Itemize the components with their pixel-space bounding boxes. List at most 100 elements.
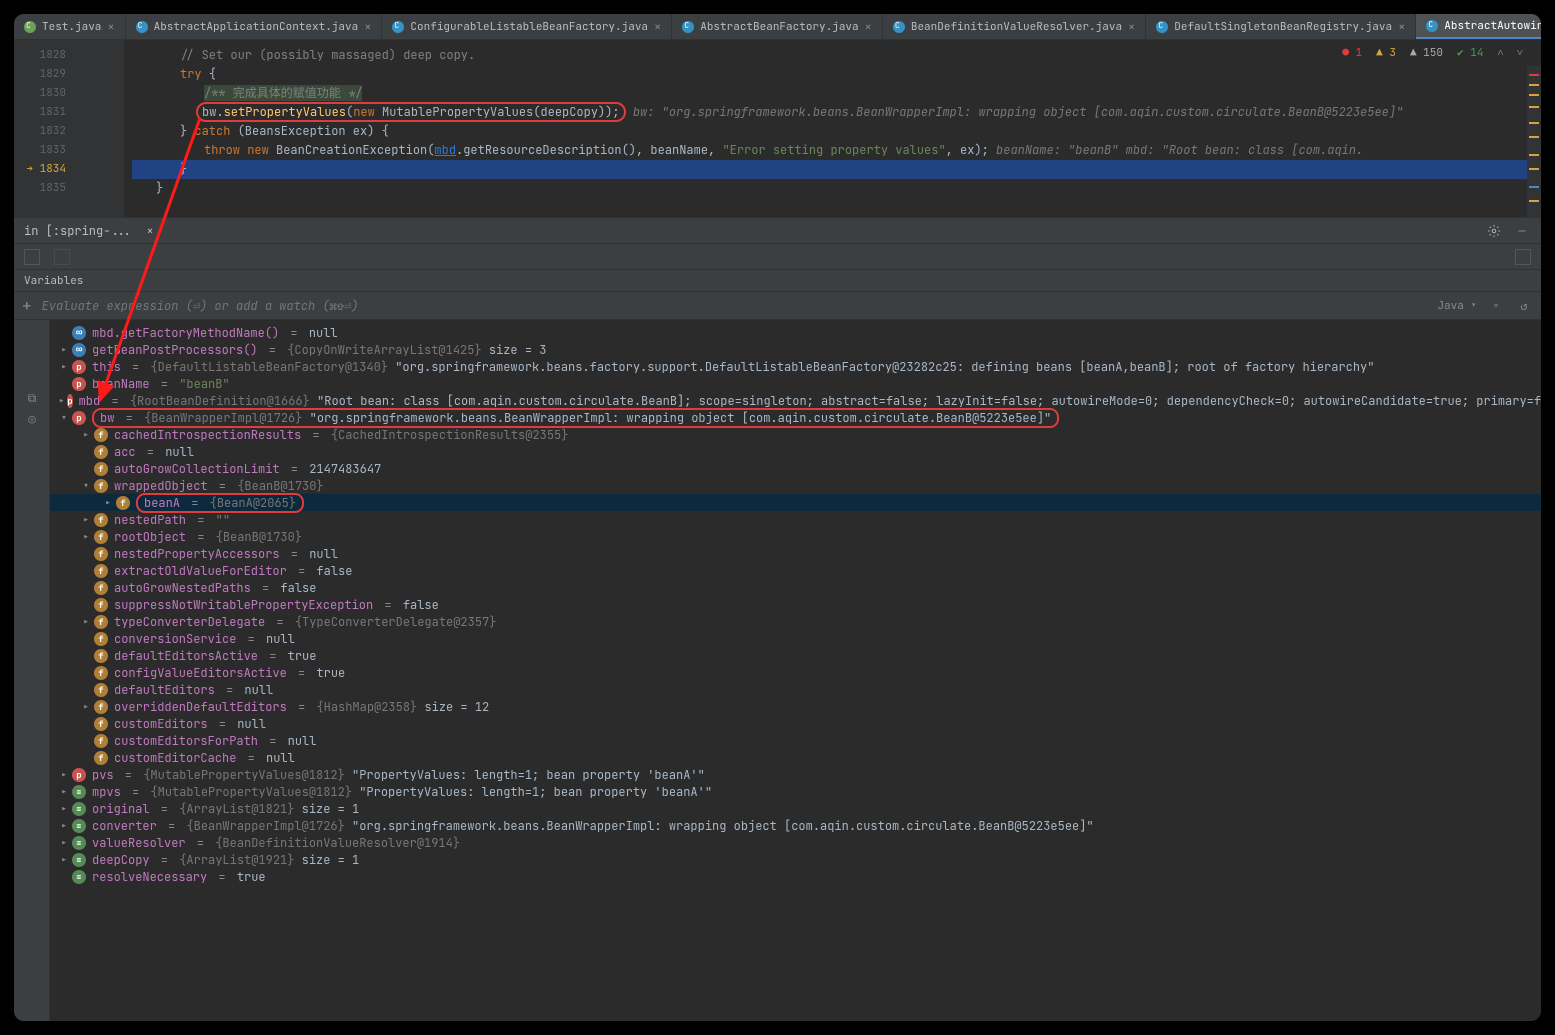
expand-arrow-icon[interactable] [58, 818, 70, 834]
variable-row[interactable]: facc = null [50, 443, 1541, 460]
var-kind-icon: ≡ [72, 819, 86, 833]
error-stripe[interactable] [1527, 66, 1541, 217]
variable-row[interactable]: pmbd = {RootBeanDefinition@1666} "Root b… [50, 392, 1541, 409]
variable-row[interactable]: ≡deepCopy = {ArrayList@1921} size = 1 [50, 851, 1541, 868]
expand-arrow-icon[interactable] [58, 359, 70, 375]
minimize-icon[interactable]: — [1513, 222, 1531, 240]
expand-arrow-icon[interactable] [58, 393, 65, 409]
variable-row[interactable]: fnestedPropertyAccessors = null [50, 545, 1541, 562]
variable-row[interactable]: ≡converter = {BeanWrapperImpl@1726} "org… [50, 817, 1541, 834]
variable-row[interactable]: ≡resolveNecessary = true [50, 868, 1541, 885]
variable-entry: configValueEditorsActive = true [114, 665, 345, 681]
close-icon[interactable]: × [364, 19, 371, 35]
variable-row[interactable]: pbeanName = "beanB" [50, 375, 1541, 392]
close-icon[interactable]: × [654, 19, 661, 35]
variable-row[interactable]: fdefaultEditorsActive = true [50, 647, 1541, 664]
expand-arrow-icon[interactable] [58, 342, 70, 358]
variable-row[interactable]: fcustomEditors = null [50, 715, 1541, 732]
expand-arrow-icon[interactable] [80, 478, 92, 494]
variables-panel-title: Variables [14, 270, 1541, 292]
debugger-gutter: ⧉ ◎ [14, 320, 50, 1021]
close-icon[interactable]: × [107, 19, 114, 35]
file-icon [1426, 20, 1438, 32]
view-icon[interactable]: ◎ [24, 412, 40, 428]
variable-row[interactable]: ≡mpvs = {MutablePropertyValues@1812} "Pr… [50, 783, 1541, 800]
variables-tree[interactable]: mbd.getFactoryMethodName() = nullgetBean… [50, 320, 1541, 1021]
tab-file[interactable]: BeanDefinitionValueResolver.java× [883, 14, 1146, 39]
variable-row[interactable]: frootObject = {BeanB@1730} [50, 528, 1541, 545]
variable-row[interactable]: fbeanA = {BeanA@2065} [50, 494, 1541, 511]
variable-entry: autoGrowCollectionLimit = 2147483647 [114, 461, 381, 477]
variable-entry: nestedPath = "" [114, 512, 230, 528]
expand-arrow-icon[interactable] [102, 495, 114, 511]
debugger-tab-bar: in [:spring-... × — [14, 218, 1541, 244]
file-icon [682, 21, 694, 33]
variable-row[interactable]: ≡original = {ArrayList@1821} size = 1 [50, 800, 1541, 817]
expand-arrow-icon[interactable] [80, 427, 92, 443]
expand-arrow-icon[interactable] [80, 614, 92, 630]
variable-row[interactable]: fautoGrowNestedPaths = false [50, 579, 1541, 596]
close-icon[interactable]: × [1398, 19, 1405, 35]
code-editor[interactable]: ● 1 ▲ 3 ▲ 150 ✔ 14 ˄ ˅ 182818291830 1831… [14, 40, 1541, 218]
expand-arrow-icon[interactable] [80, 512, 92, 528]
history-icon[interactable]: ↺ [1515, 297, 1533, 315]
evaluate-expression-input[interactable] [42, 298, 1428, 314]
variable-row[interactable]: fwrappedObject = {BeanB@1730} [50, 477, 1541, 494]
layout-icon[interactable] [24, 249, 40, 265]
expand-arrow-icon[interactable] [58, 835, 70, 851]
tab-file[interactable]: ConfigurableListableBeanFactory.java× [382, 14, 672, 39]
variable-entry: suppressNotWritablePropertyException = f… [114, 597, 439, 613]
variable-row[interactable]: mbd.getFactoryMethodName() = null [50, 324, 1541, 341]
variable-row[interactable]: fcachedIntrospectionResults = {CachedInt… [50, 426, 1541, 443]
tab-file[interactable]: Test.java× [14, 14, 126, 39]
language-dropdown[interactable]: Java ▾ [1437, 299, 1477, 313]
add-watch-icon[interactable]: + [22, 295, 32, 316]
var-kind-icon: f [94, 632, 108, 646]
expand-arrow-icon[interactable] [58, 784, 70, 800]
layout-icon[interactable] [1515, 249, 1531, 265]
variable-row[interactable]: fconversionService = null [50, 630, 1541, 647]
debug-session-tab[interactable]: in [:spring-... × [24, 223, 154, 239]
gear-icon[interactable] [1485, 222, 1503, 240]
tab-file[interactable]: AbstractBeanFactory.java× [672, 14, 883, 39]
close-icon[interactable]: × [865, 19, 872, 35]
code-area[interactable]: // Set our (possibly massaged) deep copy… [124, 40, 1541, 217]
variable-row[interactable]: ftypeConverterDelegate = {TypeConverterD… [50, 613, 1541, 630]
tab-file[interactable]: DefaultSingletonBeanRegistry.java× [1146, 14, 1416, 39]
variable-row[interactable]: fautoGrowCollectionLimit = 2147483647 [50, 460, 1541, 477]
variable-row[interactable]: ppvs = {MutablePropertyValues@1812} "Pro… [50, 766, 1541, 783]
variable-entry: valueResolver = {BeanDefinitionValueReso… [92, 835, 460, 851]
var-kind-icon [72, 326, 86, 340]
expand-arrow-icon[interactable] [58, 852, 70, 868]
variable-row[interactable]: fextractOldValueForEditor = false [50, 562, 1541, 579]
var-kind-icon: f [116, 496, 130, 510]
variable-row[interactable]: getBeanPostProcessors() = {CopyOnWriteAr… [50, 341, 1541, 358]
variable-entry: original = {ArrayList@1821} size = 1 [92, 801, 359, 817]
var-kind-icon: p [72, 360, 86, 374]
tab-file-active[interactable]: AbstractAutowireCapableBeanFactory.java× [1416, 14, 1541, 39]
expand-arrow-icon[interactable] [80, 529, 92, 545]
close-icon[interactable]: × [1128, 19, 1135, 35]
tab-file[interactable]: AbstractApplicationContext.java× [126, 14, 383, 39]
variable-row[interactable]: pbw = {BeanWrapperImpl@1726} "org.spring… [50, 409, 1541, 426]
variable-row[interactable]: fdefaultEditors = null [50, 681, 1541, 698]
variable-row[interactable]: fcustomEditorCache = null [50, 749, 1541, 766]
variable-row[interactable]: pthis = {DefaultListableBeanFactory@1340… [50, 358, 1541, 375]
filter-icon[interactable]: ▿ [1487, 297, 1505, 315]
variable-row[interactable]: ≡valueResolver = {BeanDefinitionValueRes… [50, 834, 1541, 851]
var-kind-icon: f [94, 666, 108, 680]
layout-icon[interactable] [54, 249, 70, 265]
expand-arrow-icon[interactable] [58, 410, 70, 426]
expand-arrow-icon[interactable] [58, 767, 70, 783]
expand-arrow-icon[interactable] [58, 801, 70, 817]
variable-row[interactable]: foverriddenDefaultEditors = {HashMap@235… [50, 698, 1541, 715]
copy-icon[interactable]: ⧉ [24, 390, 40, 406]
watch-bar: + Java ▾ ▿ ↺ [14, 292, 1541, 320]
expand-arrow-icon[interactable] [80, 699, 92, 715]
variable-row[interactable]: fnestedPath = "" [50, 511, 1541, 528]
variable-entry: cachedIntrospectionResults = {CachedIntr… [114, 427, 568, 443]
variable-row[interactable]: f configValueEditorsActive = true [50, 664, 1541, 681]
variable-row[interactable]: fcustomEditorsForPath = null [50, 732, 1541, 749]
fold-gutter[interactable] [74, 40, 124, 217]
variable-row[interactable]: fsuppressNotWritablePropertyException = … [50, 596, 1541, 613]
